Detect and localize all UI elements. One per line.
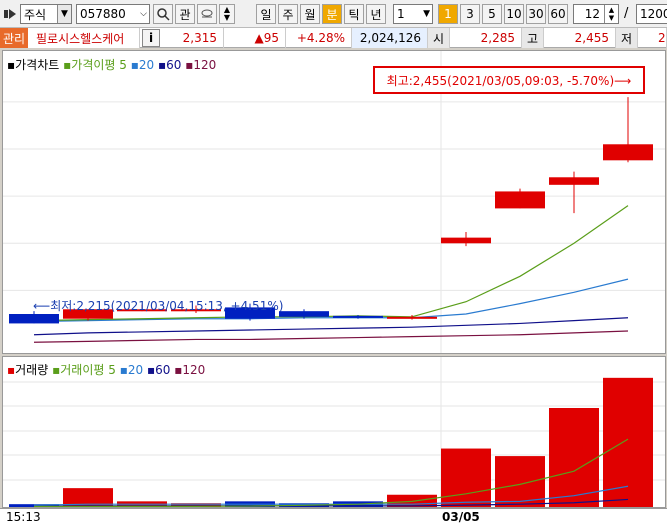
info-button[interactable]: i xyxy=(142,29,160,47)
time-axis-start: 15:13 xyxy=(6,510,41,524)
count-stepper[interactable]: ▲ ▼ xyxy=(604,5,618,23)
interest-button[interactable]: 관 xyxy=(175,4,195,24)
minute-button-1[interactable]: 3 xyxy=(460,4,480,24)
quote-bar: 관리 필로시스헬스케어 i 2,315 ▲95 +4.28% 2,024,126… xyxy=(0,28,667,48)
volume-value: 2,024,126 xyxy=(352,28,428,48)
change-rate-value: +4.28% xyxy=(286,28,352,48)
link-button[interactable] xyxy=(197,4,217,24)
volume-bar xyxy=(603,377,653,507)
period-button-2[interactable]: 월 xyxy=(300,4,320,24)
total-input[interactable]: 1200 xyxy=(636,4,667,24)
volume-bar xyxy=(441,448,491,507)
candle-body xyxy=(603,144,653,161)
chart-window: 주식 ▼ 057880 ⌵ 관 ▲ ▼ 일주월분틱년 1 ▼ 1 3 5 10 30 60 … xyxy=(0,0,667,524)
time-axis: 15:13 03/05 xyxy=(0,508,667,524)
count-input[interactable]: 12 ▲ ▼ xyxy=(573,4,619,24)
code-input[interactable]: 057880 ⌵ xyxy=(76,4,150,24)
total-value: 1200 xyxy=(640,7,667,21)
minute-button-3[interactable]: 10 xyxy=(504,4,524,24)
stock-name: 필로시스헬스케어 xyxy=(28,28,140,48)
candle-body xyxy=(333,315,383,318)
interval-value: 1 xyxy=(397,7,405,21)
candle-body xyxy=(441,237,491,244)
management-tag: 관리 xyxy=(0,28,28,48)
open-label: 시 xyxy=(428,28,450,48)
price-value: 2,315 xyxy=(164,28,224,48)
down-arrow-icon[interactable]: ▼ xyxy=(224,14,230,22)
count-value: 12 xyxy=(584,7,600,21)
interval-select[interactable]: 1 ▼ xyxy=(393,4,433,24)
candle-body xyxy=(9,314,59,324)
period-button-4[interactable]: 틱 xyxy=(344,4,364,24)
volume-pane[interactable]: ▪거래량 ▪거래이평 5 ▪20 ▪60 ▪120 xyxy=(2,356,666,508)
time-axis-date: 03/05 xyxy=(442,510,480,524)
link-icon xyxy=(201,9,213,18)
minute-button-5[interactable]: 60 xyxy=(548,4,568,24)
period-button-3[interactable]: 분 xyxy=(322,4,342,24)
stepper-button[interactable]: ▲ ▼ xyxy=(219,4,235,24)
open-value: 2,285 xyxy=(450,28,522,48)
candle-body xyxy=(549,177,599,185)
high-label: 고 xyxy=(522,28,544,48)
minute-button-4[interactable]: 30 xyxy=(526,4,546,24)
candle-body xyxy=(279,311,329,317)
market-value: 주식 xyxy=(24,7,47,22)
period-button-0[interactable]: 일 xyxy=(256,4,276,24)
code-value: 057880 xyxy=(80,7,126,21)
expand-icon[interactable] xyxy=(2,4,18,24)
candle-body xyxy=(387,316,437,319)
separator-slash: / xyxy=(624,6,629,21)
low-annotation: ⟵최저:2,215(2021/03/04,15:13, +4.51%) xyxy=(33,299,284,313)
market-select[interactable]: 주식 ▼ xyxy=(20,4,72,24)
chevron-down-icon[interactable]: ▼ xyxy=(57,5,71,23)
minute-button-2[interactable]: 5 xyxy=(482,4,502,24)
period-button-5[interactable]: 년 xyxy=(366,4,386,24)
period-button-1[interactable]: 주 xyxy=(278,4,298,24)
volume-chart[interactable] xyxy=(3,357,665,507)
low-label: 저 xyxy=(616,28,638,48)
high-annotation: 최고:2,455(2021/03/05,09:03, -5.70%)⟶ xyxy=(373,66,645,94)
low-value: 2 xyxy=(638,28,667,48)
price-pane[interactable]: ▪가격차트 ▪가격이평 5 ▪20 ▪60 ▪120 최고:2,455(2021… xyxy=(2,50,666,354)
chevron-down-icon[interactable]: ▼ xyxy=(423,5,430,23)
toolbar: 주식 ▼ 057880 ⌵ 관 ▲ ▼ 일주월분틱년 1 ▼ 1 3 5 10 30 60 … xyxy=(0,0,667,28)
change-value: ▲95 xyxy=(224,28,286,48)
search-button[interactable] xyxy=(153,4,173,24)
high-value: 2,455 xyxy=(544,28,616,48)
search-icon xyxy=(157,8,170,21)
minute-button-0[interactable]: 1 xyxy=(438,4,458,24)
chevron-down-icon[interactable]: ⌵ xyxy=(140,5,147,23)
candle-body xyxy=(495,191,545,209)
